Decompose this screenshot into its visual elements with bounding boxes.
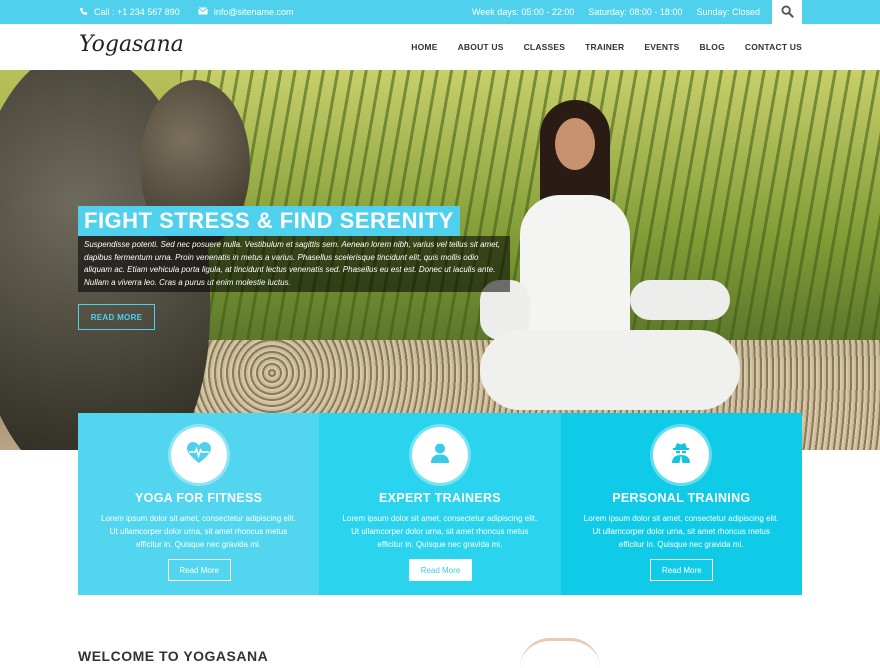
nav-contact-us[interactable]: CONTACT US (745, 42, 802, 52)
nav-about-us[interactable]: ABOUT US (458, 42, 504, 52)
feature-title: EXPERT TRAINERS (379, 491, 501, 505)
nav-trainer[interactable]: TRAINER (585, 42, 624, 52)
feature-title: PERSONAL TRAINING (612, 491, 751, 505)
feature-icon-circle (170, 427, 227, 483)
hours-weekdays: Week days: 05:00 - 22:00 (471, 7, 575, 17)
feature-yoga-for-fitness: YOGA FOR FITNESS Lorem ipsum dolor sit a… (78, 413, 320, 595)
feature-read-more-button[interactable]: Read More (167, 559, 231, 581)
hours-sunday: Sunday: Closed (696, 7, 760, 17)
feature-title: YOGA FOR FITNESS (135, 491, 263, 505)
features-row: YOGA FOR FITNESS Lorem ipsum dolor sit a… (78, 413, 802, 595)
nav-events[interactable]: EVENTS (644, 42, 679, 52)
email-text[interactable]: info@sitename.com (214, 7, 294, 17)
user-secret-icon (670, 442, 692, 469)
site-header: Yogasana HOME ABOUT US CLASSES TRAINER E… (0, 24, 880, 70)
feature-personal-training: PERSONAL TRAINING Lorem ipsum dolor sit … (560, 413, 802, 595)
opening-hours: Week days: 05:00 - 22:00 Saturday: 08:00… (472, 0, 760, 24)
nav-home[interactable]: HOME (411, 42, 437, 52)
hours-saturday: Saturday: 08:00 - 18:00 (588, 7, 683, 17)
feature-icon-circle (411, 427, 468, 483)
top-bar-contact: Call : +1 234 567 890 info@sitename.com (79, 0, 294, 24)
feature-icon-circle (653, 427, 710, 483)
top-bar: Call : +1 234 567 890 info@sitename.com … (0, 0, 880, 24)
feature-text: Lorem ipsum dolor sit amet, consectetur … (342, 514, 538, 549)
welcome-heading: WELCOME TO YOGASANA (78, 648, 269, 664)
feature-text: Lorem ipsum dolor sit amet, consectetur … (101, 514, 296, 549)
phone-icon (79, 7, 88, 18)
feature-read-more-button[interactable]: Read More (408, 559, 472, 581)
search-button[interactable] (772, 0, 802, 24)
search-icon (780, 4, 794, 20)
phone-text[interactable]: Call : +1 234 567 890 (94, 7, 180, 17)
welcome-image-partial (520, 638, 600, 668)
feature-read-more-button[interactable]: Read More (650, 559, 714, 581)
email-item: info@sitename.com (198, 7, 294, 17)
site-logo[interactable]: Yogasana (79, 32, 184, 57)
hero-description: Suspendisse potenti. Sed nec posuere nul… (78, 236, 510, 293)
nav-blog[interactable]: BLOG (700, 42, 725, 52)
user-icon (429, 442, 451, 469)
heart-pulse-icon (186, 441, 212, 470)
hero-yoga-woman-image (470, 100, 750, 450)
envelope-icon (198, 7, 208, 17)
hero-title: FIGHT STRESS & FIND SERENITY (78, 206, 460, 236)
feature-expert-trainers: EXPERT TRAINERS Lorem ipsum dolor sit am… (319, 413, 561, 595)
hero-read-more-button[interactable]: READ MORE (78, 304, 155, 330)
nav-classes[interactable]: CLASSES (524, 42, 566, 52)
phone-item: Call : +1 234 567 890 (79, 7, 180, 18)
main-nav: HOME ABOUT US CLASSES TRAINER EVENTS BLO… (411, 24, 802, 70)
feature-text: Lorem ipsum dolor sit amet, consectetur … (583, 514, 779, 549)
